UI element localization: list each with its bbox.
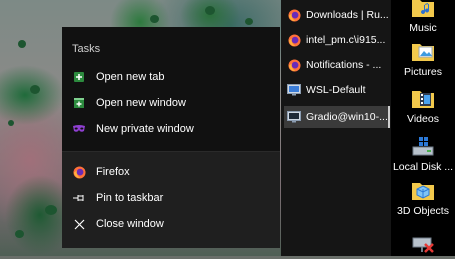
wallpaper-detail bbox=[45, 205, 57, 215]
window-title: WSL-Default bbox=[306, 84, 366, 96]
window-title: Downloads | Ru... bbox=[306, 9, 388, 21]
pictures-folder-icon bbox=[410, 38, 436, 64]
desktop-icon-3d-objects[interactable]: 3D Objects bbox=[391, 177, 455, 217]
jump-list-header: Tasks bbox=[72, 43, 101, 55]
close-icon bbox=[72, 217, 86, 231]
firefox-icon bbox=[287, 33, 301, 47]
jump-list-actions: Firefox Pin to taskbar Close window bbox=[62, 152, 280, 248]
private-mask-icon bbox=[72, 122, 86, 136]
desktop-icon-local-disk[interactable]: Local Disk ... bbox=[391, 133, 455, 173]
wallpaper-detail bbox=[15, 230, 24, 238]
new-private-window-label: New private window bbox=[96, 123, 194, 135]
new-private-window-item[interactable]: New private window bbox=[62, 117, 280, 141]
remote-desktop-icon bbox=[287, 110, 301, 124]
close-window-item[interactable]: Close window bbox=[62, 212, 280, 236]
firefox-icon bbox=[287, 58, 301, 72]
music-folder-icon bbox=[410, 0, 436, 20]
desktop-icon-label: 3D Objects bbox=[397, 205, 449, 217]
desktop-icon-network-drive[interactable] bbox=[391, 230, 455, 258]
window-title: Gradio@win10-... bbox=[306, 111, 388, 123]
open-new-window-label: Open new window bbox=[96, 97, 186, 109]
taskbar-window-item[interactable]: Downloads | Ru... bbox=[284, 4, 388, 26]
open-new-tab-item[interactable]: Open new tab bbox=[62, 65, 280, 89]
open-new-tab-label: Open new tab bbox=[96, 71, 165, 83]
desktop-icons-column: Music Pictures Videos Local Disk ... 3D … bbox=[391, 0, 455, 256]
wallpaper-detail bbox=[150, 15, 159, 23]
pin-to-taskbar-label: Pin to taskbar bbox=[96, 192, 164, 204]
taskbar-window-item[interactable]: WSL-Default bbox=[284, 79, 388, 101]
new-window-icon bbox=[72, 96, 86, 110]
desktop-icon-videos[interactable]: Videos bbox=[391, 85, 455, 125]
new-tab-icon bbox=[72, 70, 86, 84]
taskbar-window-item-active[interactable]: Gradio@win10-... bbox=[284, 106, 390, 128]
firefox-app-label: Firefox bbox=[96, 166, 130, 178]
firefox-icon bbox=[72, 165, 86, 179]
remote-desktop-icon bbox=[287, 83, 301, 97]
pin-to-taskbar-item[interactable]: Pin to taskbar bbox=[62, 186, 280, 210]
desktop-icon-music[interactable]: Music bbox=[391, 0, 455, 34]
desktop-icon-pictures[interactable]: Pictures bbox=[391, 38, 455, 78]
close-window-label: Close window bbox=[96, 218, 164, 230]
taskbar-window-item[interactable]: intel_pm.c\i915... bbox=[284, 29, 388, 51]
wallpaper-detail bbox=[30, 85, 40, 94]
firefox-jump-list: Tasks Open new tab Open new window New p… bbox=[62, 27, 280, 248]
pin-icon bbox=[72, 191, 86, 205]
desktop-icon-label: Local Disk ... bbox=[392, 161, 454, 173]
firefox-icon bbox=[287, 8, 301, 22]
3d-objects-folder-icon bbox=[410, 177, 436, 203]
window-title: Notifications - ... bbox=[306, 59, 382, 71]
videos-folder-icon bbox=[410, 85, 436, 111]
desktop-icon-label: Pictures bbox=[404, 66, 442, 78]
desktop-icon-label: Videos bbox=[407, 113, 439, 125]
wallpaper-detail bbox=[205, 6, 215, 15]
network-drive-icon bbox=[410, 230, 436, 256]
desktop-icon-label: Music bbox=[409, 22, 437, 34]
firefox-app-item[interactable]: Firefox bbox=[62, 160, 280, 184]
wallpaper-detail bbox=[245, 18, 253, 25]
taskbar-window-list: Downloads | Ru... intel_pm.c\i915... Not… bbox=[281, 0, 391, 256]
local-disk-icon bbox=[410, 133, 436, 159]
taskbar-window-item[interactable]: Notifications - ... bbox=[284, 54, 388, 76]
wallpaper-detail bbox=[8, 120, 14, 126]
wallpaper-detail bbox=[18, 40, 26, 48]
window-title: intel_pm.c\i915... bbox=[306, 34, 386, 46]
open-new-window-item[interactable]: Open new window bbox=[62, 91, 280, 115]
